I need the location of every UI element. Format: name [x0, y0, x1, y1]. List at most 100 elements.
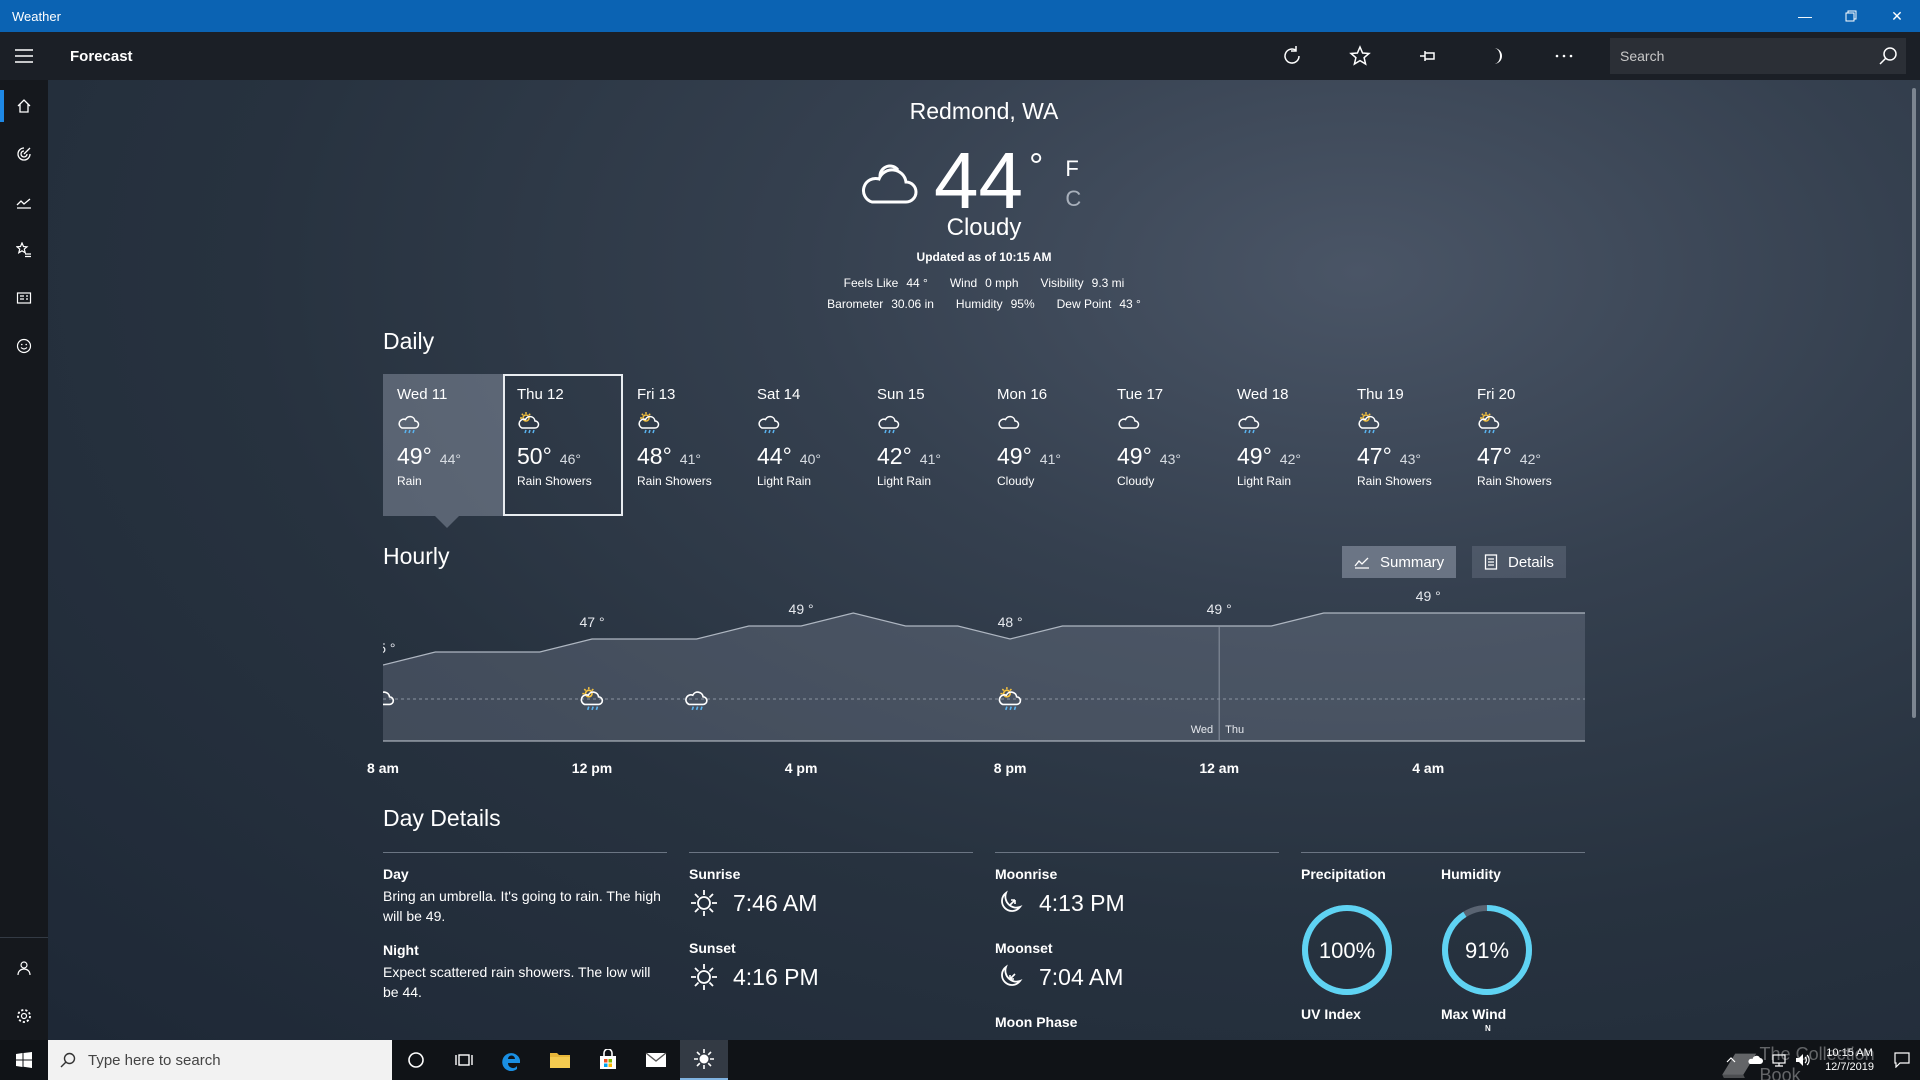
left-navigation	[0, 80, 48, 1040]
star-icon	[1349, 45, 1371, 66]
moonrise-heading: Moonrise	[995, 866, 1058, 882]
summary-label: Summary	[1380, 553, 1445, 571]
nav-account[interactable]	[0, 944, 48, 992]
smiley-icon	[16, 338, 32, 354]
restore-button[interactable]	[1828, 0, 1874, 32]
daily-card[interactable]: Sun 15 42° 41° Light Rain	[863, 374, 983, 516]
day-icon-wrap	[1357, 411, 1449, 437]
moonset-heading: Moonset	[995, 940, 1053, 956]
daily-card[interactable]: Mon 16 49° 41° Cloudy	[983, 374, 1103, 516]
daily-card[interactable]: Thu 19 47° 43° Rain Showers	[1343, 374, 1463, 516]
minimize-button[interactable]: —	[1782, 0, 1828, 32]
day-condition: Rain Showers	[1357, 474, 1432, 488]
divider	[995, 852, 1279, 853]
unit-fahrenheit-toggle[interactable]: F	[1065, 156, 1081, 182]
sun-rain-icon	[638, 412, 660, 434]
daily-card[interactable]: Fri 20 47° 42° Rain Showers	[1463, 374, 1583, 516]
file-explorer-button[interactable]	[536, 1040, 584, 1080]
day-temps: 48° 41°	[637, 443, 729, 470]
day-low: 41°	[679, 451, 701, 467]
day-high: 49°	[1117, 443, 1152, 469]
day-low: 46°	[559, 451, 581, 467]
close-button[interactable]: ✕	[1874, 0, 1920, 32]
unit-celsius-toggle[interactable]: C	[1065, 186, 1081, 212]
search-input[interactable]	[1620, 48, 1870, 64]
day-name: Thu 12	[517, 386, 564, 403]
day-heading: Day	[383, 866, 409, 882]
daily-title: Daily	[383, 328, 435, 354]
nav-feedback[interactable]	[0, 322, 48, 370]
system-tray: The Collection Book 10:15 AM 12/7/2019	[1719, 1040, 1920, 1080]
current-temperature: 44	[934, 136, 1023, 225]
day-icon-wrap	[1237, 411, 1329, 437]
stat-barometer: Barometer 30.06 in	[827, 297, 934, 311]
hamburger-icon	[15, 49, 33, 63]
day-low: 43°	[1399, 451, 1421, 467]
search-icon	[1879, 47, 1897, 65]
weather-app-button[interactable]	[680, 1040, 728, 1080]
day-icon-wrap	[877, 411, 969, 437]
uv-index-heading: UV Index	[1301, 1006, 1361, 1022]
daily-card[interactable]: Fri 13 48° 41° Rain Showers	[623, 374, 743, 516]
nav-news[interactable]	[0, 274, 48, 322]
day-high: 48°	[637, 443, 672, 469]
more-options-button[interactable]	[1530, 32, 1598, 80]
nav-settings[interactable]	[0, 992, 48, 1040]
hourly-temp-label: 45 °	[383, 640, 396, 656]
daily-card[interactable]: Wed 11 49° 44° Rain	[383, 374, 503, 528]
nav-historical-weather[interactable]	[0, 178, 48, 226]
details-toggle-button[interactable]: Details	[1472, 546, 1566, 578]
mail-button[interactable]	[632, 1040, 680, 1080]
refresh-button[interactable]	[1258, 32, 1326, 80]
day-low: 41°	[1039, 451, 1061, 467]
daily-card[interactable]: Wed 18 49° 42° Light Rain	[1223, 374, 1343, 516]
day-condition: Light Rain	[877, 474, 932, 488]
moon-icon	[1494, 48, 1502, 64]
day-condition: Rain Showers	[517, 474, 592, 488]
search-button[interactable]	[1870, 38, 1906, 74]
dark-mode-button[interactable]	[1462, 32, 1530, 80]
day-condition: Light Rain	[757, 474, 812, 488]
pin-button[interactable]	[1394, 32, 1462, 80]
store-button[interactable]	[584, 1040, 632, 1080]
taskbar-search-box[interactable]: Type here to search	[48, 1040, 392, 1080]
person-icon	[17, 961, 31, 976]
day-icon-wrap	[1477, 411, 1569, 437]
day-high: 49°	[997, 443, 1032, 469]
day-temps: 49° 44°	[397, 443, 489, 470]
day-temps: 49° 42°	[1237, 443, 1329, 470]
area-chart-icon	[1354, 557, 1369, 569]
search-box[interactable]	[1610, 38, 1906, 74]
daily-card[interactable]: Tue 17 49° 43° Cloudy	[1103, 374, 1223, 516]
sunset-heading: Sunset	[689, 940, 736, 956]
sunrise-time: 7:46 AM	[733, 889, 818, 916]
day-high: 47°	[1357, 443, 1392, 469]
notification-icon	[1894, 1052, 1910, 1068]
nav-maps[interactable]	[0, 130, 48, 178]
refresh-icon	[1284, 46, 1300, 64]
day-name: Mon 16	[997, 386, 1048, 403]
daily-card[interactable]: Thu 12 50° 46° Rain Showers	[503, 374, 623, 516]
hamburger-menu-button[interactable]	[0, 32, 48, 80]
cortana-button[interactable]	[392, 1040, 440, 1080]
daily-forecast-list: Wed 11 49° 44° Rain Thu 12 50° 46° Rain Showers…	[383, 374, 1583, 528]
scrollbar[interactable]	[1912, 88, 1916, 718]
task-view-button[interactable]	[440, 1040, 488, 1080]
day-low: 44°	[439, 451, 461, 467]
humidity-heading: Humidity	[1441, 866, 1501, 882]
moonrise-time: 4:13 PM	[1039, 889, 1125, 916]
day-name: Thu 19	[1357, 386, 1404, 403]
day-icon-wrap	[517, 411, 609, 437]
start-button[interactable]	[0, 1040, 48, 1080]
main-content: Redmond, WA 44 ° F C Cloudy Updated as o…	[48, 80, 1920, 1040]
cortana-icon	[408, 1052, 424, 1068]
stat-humidity: Humidity 95%	[955, 297, 1035, 311]
stat-visibility: Visibility 9.3 mi	[1040, 276, 1125, 290]
daily-card[interactable]: Sat 14 44° 40° Light Rain	[743, 374, 863, 516]
summary-toggle-button[interactable]: Summary	[1342, 546, 1457, 578]
edge-browser-button[interactable]	[488, 1040, 536, 1080]
day-condition: Rain Showers	[1477, 474, 1552, 488]
favorite-button[interactable]	[1326, 32, 1394, 80]
nav-favorites[interactable]	[0, 226, 48, 274]
nav-forecast[interactable]	[0, 82, 48, 130]
